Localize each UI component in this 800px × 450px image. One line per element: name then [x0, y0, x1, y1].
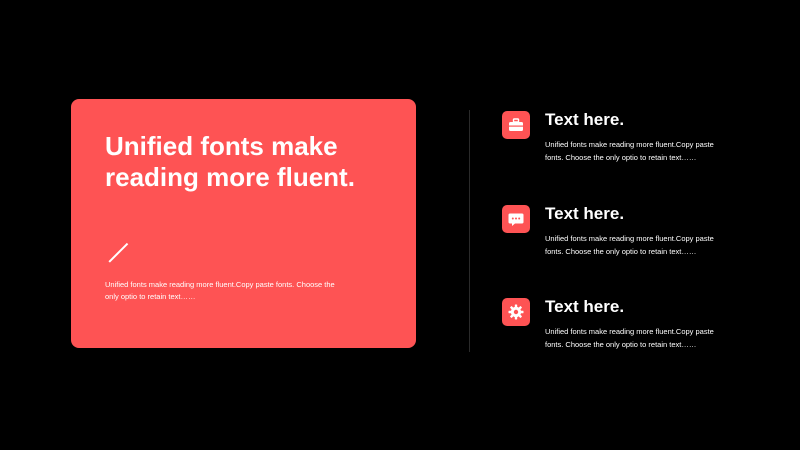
- list-item-3: Text here. Unified fonts make reading mo…: [502, 297, 732, 358]
- feature-card: Unified fonts make reading more fluent. …: [71, 99, 416, 348]
- card-body-text: Unified fonts make reading more fluent.C…: [105, 280, 335, 301]
- card-title: Unified fonts make reading more fluent.: [105, 131, 355, 192]
- decorative-slash: [108, 242, 128, 263]
- gear-icon: [502, 298, 530, 326]
- briefcase-icon: [502, 111, 530, 139]
- vertical-divider: [469, 110, 470, 352]
- item-title: Text here.: [545, 297, 625, 316]
- item-body-text: Unified fonts make reading more fluent.C…: [545, 140, 714, 162]
- item-body-text: Unified fonts make reading more fluent.C…: [545, 327, 714, 349]
- item-title: Text here.: [545, 204, 625, 223]
- list-item-2: Text here. Unified fonts make reading mo…: [502, 204, 732, 265]
- item-body-text: Unified fonts make reading more fluent.C…: [545, 234, 714, 256]
- chat-bubble-icon: [502, 205, 530, 233]
- slide: Unified fonts make reading more fluent. …: [0, 0, 800, 450]
- list-item-1: Text here. Unified fonts make reading mo…: [502, 110, 732, 171]
- item-title: Text here.: [545, 110, 625, 129]
